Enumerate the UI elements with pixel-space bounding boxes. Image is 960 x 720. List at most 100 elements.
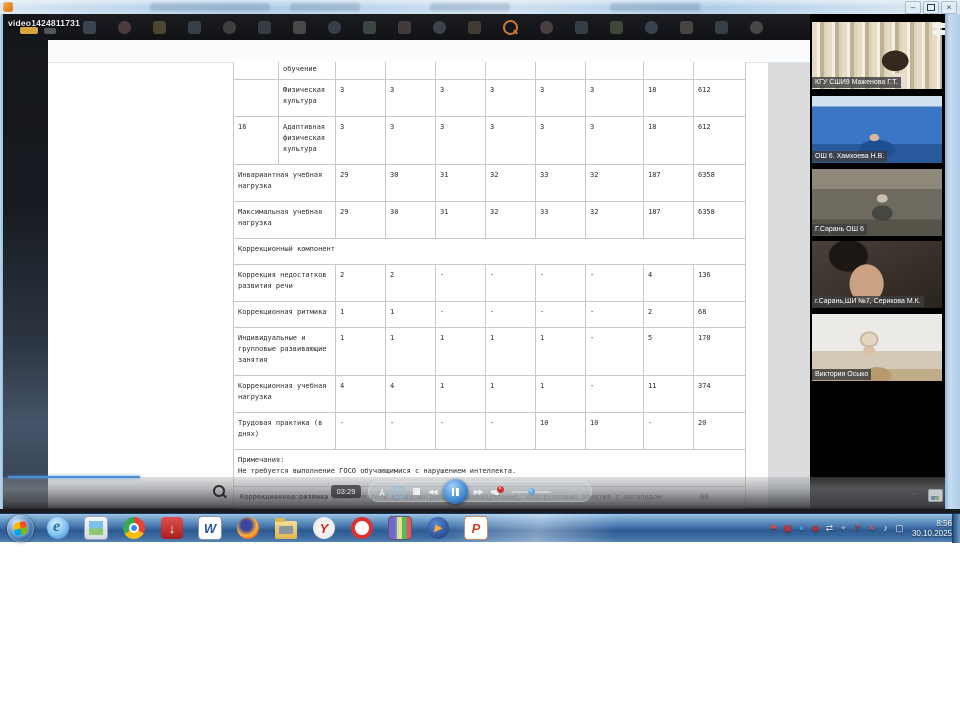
download-manager-icon bbox=[161, 517, 183, 539]
extension-icon[interactable] bbox=[153, 21, 166, 34]
table-cell: 1 bbox=[536, 376, 586, 413]
yandex-browser-icon bbox=[313, 517, 335, 539]
firefox-button[interactable] bbox=[230, 515, 266, 542]
document-table-body: обучениеФизическая культура3333331861216… bbox=[234, 62, 746, 514]
table-cell: 1 bbox=[386, 328, 436, 376]
show-desktop-button[interactable] bbox=[952, 514, 960, 543]
maximize-button[interactable] bbox=[923, 1, 939, 14]
photo-viewer-icon bbox=[84, 516, 108, 540]
extension-icon[interactable] bbox=[680, 21, 693, 34]
notes-line: Не требуется выполнение ГОСО обучающимис… bbox=[238, 466, 741, 477]
usb-icon[interactable]: ⇄ bbox=[823, 522, 836, 535]
table-cell: 33 bbox=[536, 202, 586, 239]
opera-icon bbox=[351, 517, 373, 539]
photo-viewer-button[interactable] bbox=[78, 515, 114, 542]
player-zoom-icon[interactable] bbox=[213, 485, 227, 499]
table-cell: - bbox=[336, 413, 386, 450]
extension-icon[interactable] bbox=[188, 21, 201, 34]
table-cell: 2 bbox=[644, 302, 694, 328]
table-cell: 1 bbox=[486, 328, 536, 376]
table-cell: 4 bbox=[386, 376, 436, 413]
extension-icon[interactable] bbox=[540, 21, 553, 34]
powerpoint-button[interactable] bbox=[458, 515, 494, 542]
table-cell: - bbox=[486, 413, 536, 450]
extension-icon[interactable] bbox=[363, 21, 376, 34]
extension-icon[interactable] bbox=[258, 21, 271, 34]
winrar-icon bbox=[388, 516, 412, 540]
blocked-icon[interactable]: ✕ bbox=[865, 522, 878, 535]
windows-taskbar: ⚑▣●◉⇄✦Y✕♪▢ 8:56 30.10.2025 bbox=[0, 513, 960, 542]
antivirus-icon[interactable]: ▣ bbox=[781, 522, 794, 535]
volume-slider[interactable] bbox=[511, 487, 551, 497]
windows-start-button[interactable] bbox=[2, 515, 38, 542]
table-row-label: Адаптивная физическая культура bbox=[279, 117, 336, 165]
extension-icon[interactable] bbox=[645, 21, 658, 34]
title-bar-blur bbox=[610, 3, 700, 11]
table-cell: 3 bbox=[386, 117, 436, 165]
rewind-button[interactable] bbox=[428, 488, 437, 496]
search-icon[interactable] bbox=[503, 20, 518, 35]
minimize-controls-icon[interactable] bbox=[911, 493, 917, 495]
close-button[interactable]: × bbox=[941, 1, 957, 14]
snapshot-icon[interactable] bbox=[928, 489, 943, 502]
taskbar-clock[interactable]: 8:56 30.10.2025 bbox=[912, 519, 952, 539]
table-cell: 1 bbox=[436, 376, 486, 413]
network-icon[interactable]: ▢ bbox=[893, 522, 906, 535]
inactive-tab-indicator bbox=[44, 28, 56, 34]
video-folder-button[interactable] bbox=[268, 515, 304, 542]
flag-icon[interactable]: ⚑ bbox=[767, 522, 780, 535]
table-row: Коррекционный компонент bbox=[234, 239, 746, 265]
extension-icon[interactable] bbox=[118, 21, 131, 34]
media-player-button[interactable] bbox=[420, 515, 456, 542]
participant-name-label: г.Сарань,ШИ №7, Серикова М.К. bbox=[812, 296, 924, 307]
player-controls: Y bbox=[368, 481, 592, 502]
extension-icon[interactable] bbox=[223, 21, 236, 34]
chrome-icon bbox=[123, 517, 145, 539]
table-row: обучение bbox=[234, 62, 746, 80]
table-cell: 3 bbox=[486, 80, 536, 117]
update-icon[interactable]: ✦ bbox=[837, 522, 850, 535]
window-title-bar: – × bbox=[0, 0, 960, 14]
mute-icon[interactable] bbox=[491, 487, 503, 497]
record-icon[interactable]: ◉ bbox=[809, 522, 822, 535]
pause-button[interactable] bbox=[443, 479, 468, 504]
extension-icon[interactable] bbox=[293, 21, 306, 34]
table-cell: 187 bbox=[644, 202, 694, 239]
extension-icon[interactable] bbox=[398, 21, 411, 34]
extension-icon[interactable] bbox=[83, 21, 96, 34]
word-button[interactable] bbox=[192, 515, 228, 542]
extension-icon[interactable] bbox=[328, 21, 341, 34]
yandex-browser-button[interactable] bbox=[306, 515, 342, 542]
stop-button[interactable] bbox=[413, 488, 420, 495]
extension-icon[interactable] bbox=[575, 21, 588, 34]
fast-forward-button[interactable] bbox=[474, 488, 483, 496]
table-cell: - bbox=[536, 302, 586, 328]
table-cell: 2 bbox=[386, 265, 436, 302]
volume-icon[interactable]: ♪ bbox=[879, 522, 892, 535]
minimize-button[interactable]: – bbox=[905, 1, 921, 14]
extension-icon[interactable] bbox=[750, 21, 763, 34]
download-manager-button[interactable] bbox=[154, 515, 190, 542]
extension-icon[interactable] bbox=[715, 21, 728, 34]
app-icon bbox=[3, 2, 13, 12]
winrar-button[interactable] bbox=[382, 515, 418, 542]
table-cell: 3 bbox=[336, 117, 386, 165]
pin-icon[interactable]: ● bbox=[795, 522, 808, 535]
opera-button[interactable] bbox=[344, 515, 380, 542]
jump-icon[interactable]: Y bbox=[379, 487, 385, 497]
extension-icon[interactable] bbox=[610, 21, 623, 34]
yandex-tray-icon[interactable]: Y bbox=[851, 522, 864, 535]
table-cell: 1 bbox=[386, 302, 436, 328]
extension-icon[interactable] bbox=[468, 21, 481, 34]
timer-icon[interactable] bbox=[393, 486, 405, 498]
playback-progress-bar[interactable] bbox=[8, 476, 140, 478]
internet-explorer-button[interactable] bbox=[40, 515, 76, 542]
chrome-button[interactable] bbox=[116, 515, 152, 542]
title-bar-blur bbox=[150, 3, 270, 11]
table-row: Индивидуальные и групповые развивающие з… bbox=[234, 328, 746, 376]
table-row: 16Адаптивная физическая культура33333318… bbox=[234, 117, 746, 165]
table-cell: 3 bbox=[536, 80, 586, 117]
extension-icon[interactable] bbox=[433, 21, 446, 34]
table-row-label: обучение bbox=[279, 62, 336, 80]
table-row: Максимальная учебная нагрузка29303132333… bbox=[234, 202, 746, 239]
